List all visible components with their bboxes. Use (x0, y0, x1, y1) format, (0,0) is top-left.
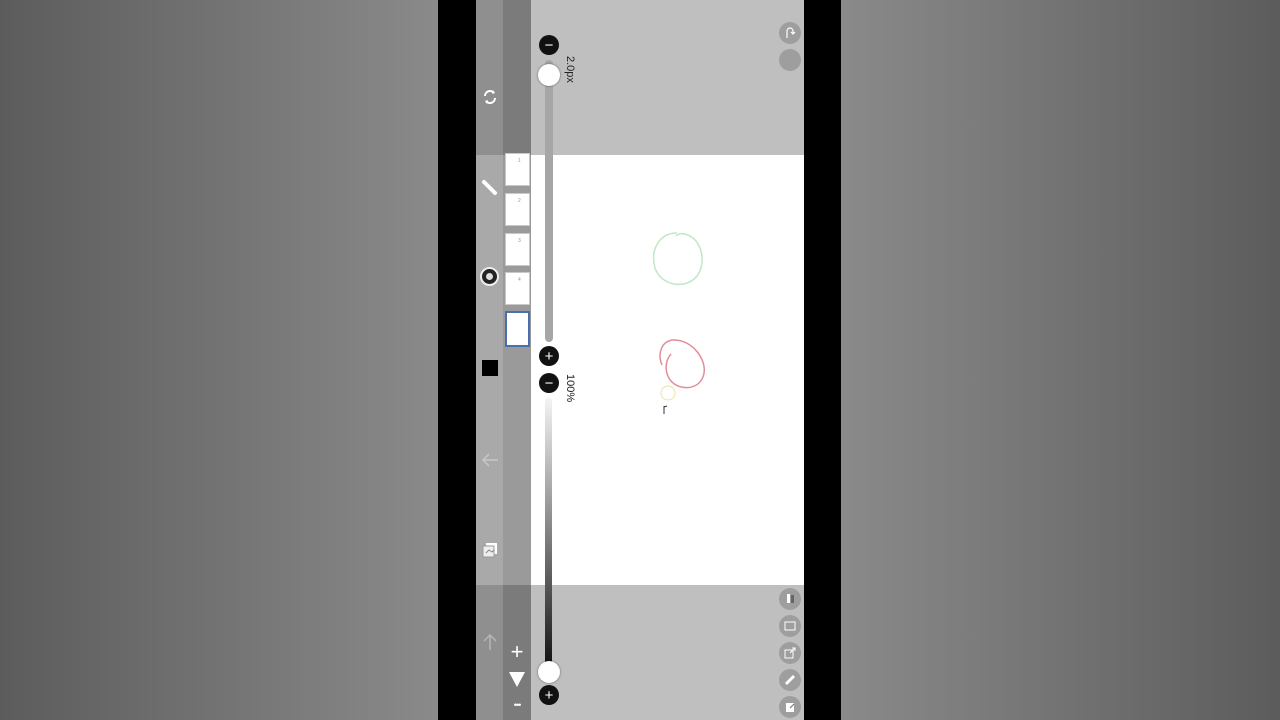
frame-number: 1 (518, 158, 521, 164)
frame-strip: 1 2 3 4 + ••• (503, 0, 531, 720)
tool-rail (476, 0, 503, 720)
frame-number: 4 (518, 277, 521, 283)
layers-icon[interactable] (476, 536, 503, 563)
eraser-icon[interactable] (779, 588, 801, 610)
frame-number: 3 (518, 238, 521, 244)
brush-size-plus-button[interactable]: + (539, 346, 559, 366)
drawing-canvas[interactable] (531, 155, 804, 585)
frame-thumb[interactable]: 1 (505, 153, 530, 186)
pen-icon[interactable] (476, 173, 503, 200)
frame-number: 2 (518, 198, 521, 204)
frame-thumb[interactable]: 2 (505, 193, 530, 226)
left-black-bar (438, 0, 476, 720)
redo-icon[interactable] (779, 22, 801, 44)
brush-size-knob[interactable] (538, 64, 560, 86)
add-frame-button[interactable]: + (508, 641, 526, 663)
opacity-label: 100% (564, 374, 576, 403)
opacity-track[interactable] (545, 398, 552, 668)
brush-size-minus-button[interactable]: − (539, 35, 559, 55)
opacity-knob[interactable] (538, 661, 560, 683)
brush-size-label: 2.0px (564, 56, 576, 83)
more-options-button[interactable]: ••• (505, 700, 529, 710)
undo-arrow-icon[interactable] (476, 446, 503, 473)
small-mark (663, 405, 668, 414)
grid-icon[interactable] (779, 615, 801, 637)
ruler-icon[interactable] (779, 669, 801, 691)
frame-thumb[interactable]: 4 (505, 272, 530, 305)
red-loop-stroke (659, 339, 705, 389)
frame-thumb-selected[interactable] (505, 311, 530, 347)
settings-circle-icon[interactable] (779, 49, 801, 71)
canvas-area (531, 0, 804, 720)
brush-size-track[interactable] (545, 60, 553, 342)
current-color-square (481, 359, 498, 376)
opacity-plus-button[interactable]: + (539, 685, 559, 705)
brush-palette-icon[interactable] (476, 263, 503, 290)
export-icon[interactable] (779, 696, 801, 718)
yellow-dot-stroke (660, 385, 676, 401)
color-swatch[interactable] (476, 354, 503, 381)
play-triangle-icon[interactable] (508, 670, 526, 693)
right-black-bar (804, 0, 841, 720)
green-circle-stroke (653, 232, 703, 286)
reference-icon[interactable] (779, 642, 801, 664)
frame-thumb[interactable]: 3 (505, 233, 530, 266)
opacity-minus-button[interactable]: − (539, 373, 559, 393)
rotate-icon[interactable] (476, 83, 503, 110)
up-arrow-icon[interactable] (476, 628, 503, 655)
